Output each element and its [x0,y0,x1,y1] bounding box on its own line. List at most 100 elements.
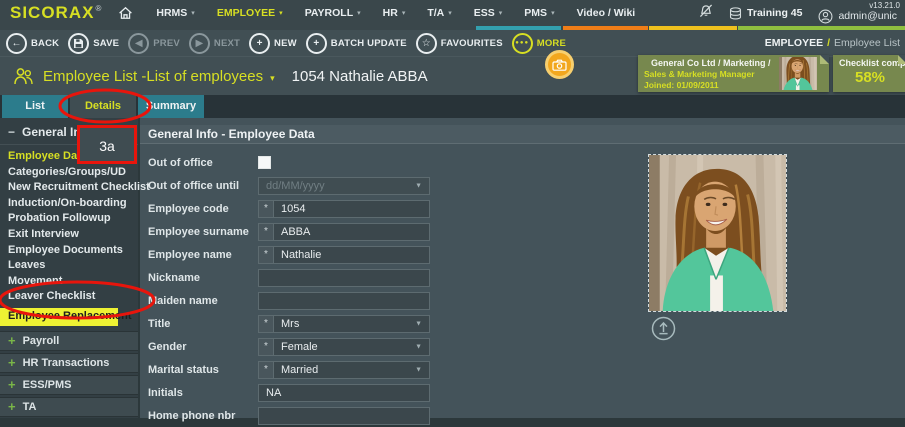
nav-item-t-a[interactable]: T/A▾ [416,0,462,26]
gender-select[interactable]: *Female▼ [258,338,430,356]
employee-name-input[interactable]: *Nathalie [258,246,430,264]
next-button[interactable]: ▶NEXT [189,33,240,54]
sidebar-item-exit-interview[interactable]: Exit Interview [0,227,138,243]
sidebar-item-categories-groups-ud[interactable]: Categories/Groups/UD [0,165,138,181]
employee-code-input[interactable]: *1054 [258,200,430,218]
breadcrumb-section[interactable]: EMPLOYEE [765,37,823,49]
form-row: Marital status*Married▼ [148,358,430,381]
home-phone-nbr-input[interactable] [258,407,430,425]
prev-triangle-icon: ◀ [128,33,149,54]
sidebar: − General Info Employee DataCategories/G… [0,118,138,418]
sidebar-item-movement[interactable]: Movement [0,274,138,290]
top-nav: HRMS▾EMPLOYEE▾PAYROLL▾HR▾T/A▾ESS▾PMS▾Vid… [145,0,646,26]
field-placeholder: dd/MM/yyyy [259,180,325,192]
title-select[interactable]: *Mrs ▼ [258,315,430,333]
select-caret-icon: ▼ [415,343,422,350]
breadcrumb-page[interactable]: Employee List [834,37,900,49]
employees-icon [13,67,34,86]
nav-item-pms[interactable]: PMS▾ [513,0,565,26]
employee-surname-input[interactable]: *ABBA [258,223,430,241]
checklist-percentage: 58% [833,69,905,86]
back-button[interactable]: ←BACK [6,33,59,54]
registered-mark: ® [95,4,102,13]
field-label-out-of-office-until: Out of office until [148,180,258,192]
sidebar-section-ess-pms[interactable]: +ESS/PMS [0,375,138,395]
chevron-down-icon: ▾ [357,9,361,17]
next-triangle-icon: ▶ [189,33,210,54]
employee-photo[interactable] [648,154,787,312]
nav-item-hr[interactable]: HR▾ [372,0,417,26]
out-of-office-until-select[interactable]: dd/MM/yyyy▼ [258,177,430,195]
sidebar-item-induction-on-boarding[interactable]: Induction/On-boarding [0,196,138,212]
select-caret-icon: ▼ [415,320,422,327]
favourites-button[interactable]: ☆FAVOURITES [416,33,503,54]
field-value: Nathalie [274,249,321,261]
new-button[interactable]: +NEW [249,33,297,54]
sicorax-employee-details-screen: { "app": { "name": "SICORAX", "registere… [0,0,905,418]
checklist-label: Checklist complete [839,58,905,68]
tab-list[interactable]: List [2,95,68,118]
breadcrumb-separator: / [827,37,830,49]
nav-item-ess[interactable]: ESS▾ [463,0,514,26]
chevron-down-icon: ▾ [448,9,452,17]
back-arrow-icon: ← [6,33,27,54]
initials-input[interactable]: NA [258,384,430,402]
collapse-minus-icon: − [8,125,15,139]
star-icon: ☆ [416,33,437,54]
chevron-down-icon: ▾ [191,9,195,17]
select-caret-icon: ▼ [415,366,422,373]
sidebar-section-general-info[interactable]: − General Info [0,118,138,145]
batch-update-button[interactable]: +BATCH UPDATE [306,33,407,54]
nav-item-payroll[interactable]: PAYROLL▾ [294,0,372,26]
sidebar-item-leaver-checklist[interactable]: Leaver Checklist [0,289,138,305]
nav-item-employee[interactable]: EMPLOYEE▾ [206,0,294,26]
sidebar-item-employee-data[interactable]: Employee Data [0,149,138,165]
sidebar-item-leaves[interactable]: Leaves [0,258,138,274]
sidebar-section-hr-transactions[interactable]: +HR Transactions [0,353,138,373]
marital-status-select[interactable]: *Married▼ [258,361,430,379]
breadcrumb: EMPLOYEE / Employee List [765,37,900,49]
tab-summary[interactable]: Summary [138,95,204,118]
tab-bar: ListDetailsSummary [0,95,905,118]
out-of-office-checkbox[interactable] [258,156,271,169]
org-path: General Co Ltd / Marketing / Market [651,58,773,68]
tab-details[interactable]: Details [70,95,136,118]
upload-photo-button[interactable] [650,315,677,342]
nickname-input[interactable] [258,269,430,287]
maiden-name-input[interactable] [258,292,430,310]
field-value: 1054 [274,203,305,215]
save-button[interactable]: SAVE [68,33,119,54]
checklist-infobox: Checklist complete 58% [833,55,905,92]
sidebar-item-probation-followup[interactable]: Probation Followup [0,211,138,227]
sidebar-item-list: Employee DataCategories/Groups/UDNew Rec… [0,149,138,326]
field-label-nickname: Nickname [148,272,258,284]
prev-button[interactable]: ◀PREV [128,33,180,54]
field-label-out-of-office: Out of office [148,157,258,169]
chevron-down-icon: ▾ [551,9,555,17]
expand-plus-icon: + [8,399,16,414]
save-floppy-icon [68,33,89,54]
page-title-dropdown[interactable]: Employee List -List of employees ▾ [43,68,275,85]
form-row: Employee surname*ABBA [148,220,430,243]
field-value: Female [274,341,318,353]
nav-item-hrms[interactable]: HRMS▾ [145,0,205,26]
field-value: Mrs [274,318,299,330]
main-panel: General Info - Employee Data Out of offi… [140,118,905,418]
field-label-title: Title [148,318,258,330]
required-marker: * [259,316,274,332]
camera-button[interactable] [545,50,574,79]
home-icon[interactable] [118,6,133,20]
top-menu-bar: SICORAX® HRMS▾EMPLOYEE▾PAYROLL▾HR▾T/A▾ES… [0,0,905,26]
sidebar-section-payroll[interactable]: +Payroll [0,331,138,351]
field-value: Married [274,364,318,376]
nav-item-video-wiki[interactable]: Video / Wiki [566,0,647,26]
sidebar-item-new-recruitment-checklist[interactable]: New Recruitment Checklist [0,180,138,196]
form-row: Home phone nbr [148,404,430,427]
environment-selector[interactable]: Training 45 [729,7,802,20]
chevron-down-icon: ▾ [279,9,283,17]
sidebar-item-employee-replacement[interactable]: Employee Replacement [0,308,118,326]
sidebar-item-employee-documents[interactable]: Employee Documents [0,243,138,259]
sidebar-section-ta[interactable]: +TA [0,397,138,417]
form-row: Nickname [148,266,430,289]
notifications-muted-icon[interactable] [699,4,713,23]
